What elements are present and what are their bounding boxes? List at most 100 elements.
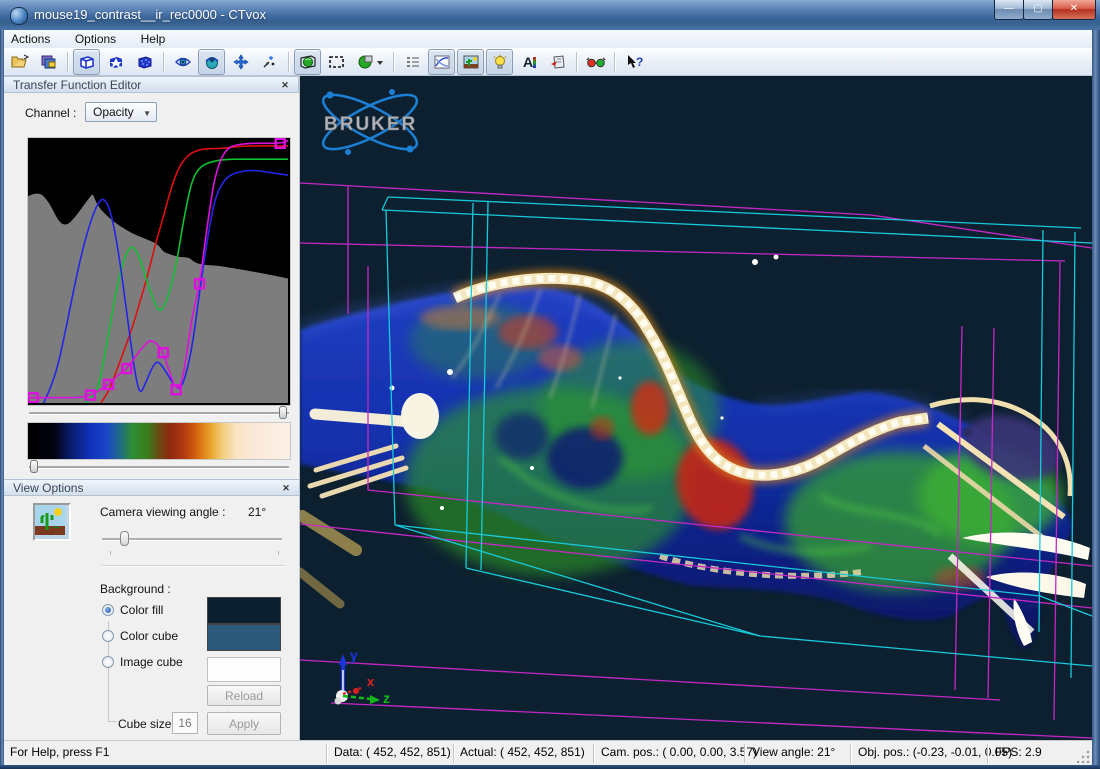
background-label: Background :	[100, 582, 171, 596]
slider-thumb[interactable]	[30, 460, 38, 473]
render-cube-full-button[interactable]	[131, 49, 158, 75]
tfe-close-icon[interactable]: ✕	[279, 79, 291, 91]
transfer-function-chart[interactable]	[27, 137, 291, 406]
menu-help[interactable]: Help	[131, 30, 176, 48]
maximize-button[interactable]: ▢	[1023, 0, 1053, 20]
close-button[interactable]: ✕	[1052, 0, 1096, 20]
dataset-list-button[interactable]	[399, 49, 426, 75]
view-options-close-icon[interactable]: ✕	[280, 482, 292, 494]
render-cube-fast-button[interactable]	[102, 49, 129, 75]
slider-track[interactable]	[29, 412, 289, 414]
pan-mode-button[interactable]	[227, 49, 254, 75]
svg-text:z: z	[383, 690, 390, 706]
toolbar-separator	[393, 52, 394, 72]
status-fps: FPS: 2.9	[995, 745, 1042, 759]
resize-grip-icon[interactable]	[1077, 750, 1090, 763]
apply-button[interactable]: Apply	[207, 712, 281, 735]
status-separator	[987, 744, 988, 763]
channel-label: Channel :	[25, 106, 76, 120]
color-cube-label: Color cube	[120, 629, 178, 643]
view-options-header[interactable]: View Options ✕	[4, 479, 300, 496]
image-cube-radio-row[interactable]: Image cube	[102, 655, 183, 669]
save-images-button[interactable]	[35, 49, 62, 75]
status-separator	[453, 744, 454, 763]
status-bar: For Help, press F1 Data: ( 452, 452, 851…	[4, 740, 1092, 766]
render-cube-outline-button[interactable]	[73, 49, 100, 75]
stereo-view-button[interactable]	[582, 49, 609, 75]
reload-image-button[interactable]: Reload image	[207, 685, 281, 706]
slider-thumb[interactable]	[120, 531, 129, 546]
bruker-logo-text: BRUKER	[324, 114, 417, 135]
minimize-button[interactable]: —	[994, 0, 1024, 20]
open-dataset-button[interactable]	[6, 49, 33, 75]
svg-text:?: ?	[636, 55, 643, 69]
color-gradient-bar[interactable]	[27, 422, 291, 460]
camera-angle-value: 21°	[248, 505, 266, 519]
menu-actions[interactable]: Actions	[1, 30, 60, 48]
tfe-panel-header[interactable]: Transfer Function Editor ✕	[4, 76, 299, 93]
window-border	[0, 30, 4, 765]
toolbar-separator	[163, 52, 164, 72]
window-border[interactable]	[1092, 30, 1100, 765]
annotations-button[interactable]: A	[515, 49, 542, 75]
color-fill-swatch[interactable]	[207, 597, 281, 624]
separator	[102, 565, 285, 566]
lighting-button[interactable]	[486, 49, 513, 75]
view-options-panel: View Options ✕ Camera viewing angle : 21…	[4, 479, 300, 740]
svg-text:x: x	[367, 674, 375, 689]
radio-icon[interactable]	[102, 656, 114, 668]
status-camera-position: Cam. pos.: ( 0.00, 0.00, 3.57)	[601, 745, 757, 759]
status-object-position: Obj. pos.: (-0.23, -0.01, 0.05)	[858, 745, 1012, 759]
title-bar[interactable]: mouse19_contrast__ir_rec0000 - CTvox — ▢…	[0, 0, 1100, 31]
examine-mode-button[interactable]	[198, 49, 225, 75]
slider-track[interactable]	[29, 466, 289, 468]
view-mode-button[interactable]	[169, 49, 196, 75]
status-separator	[593, 744, 594, 763]
toolbar-separator	[288, 52, 289, 72]
tfe-panel-title: Transfer Function Editor	[13, 78, 141, 92]
dock-panel-area: Transfer Function Editor ✕ Channel : Opa…	[4, 76, 300, 740]
render-viewport[interactable]: BRUKER y x z	[300, 76, 1092, 740]
app-icon	[10, 7, 28, 25]
color-cube-radio-row[interactable]: Color cube	[102, 629, 178, 643]
cube-size-label: Cube size	[118, 717, 171, 731]
svg-text:y: y	[350, 647, 358, 663]
radio-selected-icon[interactable]	[102, 604, 114, 616]
svg-text:A: A	[523, 54, 533, 70]
cube-size-input[interactable]: 16	[172, 712, 198, 734]
transfer-function-editor-button[interactable]	[428, 49, 455, 75]
slider-track[interactable]	[102, 538, 282, 540]
show-volume-button[interactable]	[294, 49, 321, 75]
status-data-size: Data: ( 452, 452, 851)	[334, 745, 451, 759]
status-separator	[850, 744, 851, 763]
movie-maker-button[interactable]	[544, 49, 571, 75]
slider-thumb[interactable]	[279, 406, 287, 419]
app-window: mouse19_contrast__ir_rec0000 - CTvox — ▢…	[0, 0, 1100, 769]
image-cube-path-field[interactable]	[207, 657, 281, 682]
radio-icon[interactable]	[102, 630, 114, 642]
cutaway-button[interactable]	[352, 49, 388, 75]
image-cube-label: Image cube	[120, 655, 183, 669]
view-options-button[interactable]	[457, 49, 484, 75]
menu-options[interactable]: Options	[65, 30, 126, 48]
bruker-logo: BRUKER	[317, 85, 423, 159]
range-slider-top[interactable]	[27, 406, 291, 419]
scene-thumbnail-icon	[33, 503, 71, 541]
color-fill-radio-row[interactable]: Color fill	[102, 603, 163, 617]
context-help-button[interactable]: ?	[620, 49, 647, 75]
channel-value: Opacity	[93, 105, 134, 119]
slider-tick	[278, 551, 279, 555]
range-slider-bottom[interactable]	[27, 460, 291, 473]
slider-tick	[110, 551, 111, 555]
chevron-down-icon: ▼	[143, 109, 151, 118]
center-object-button[interactable]	[256, 49, 283, 75]
window-border	[0, 765, 1100, 769]
clipping-box-button[interactable]	[323, 49, 350, 75]
tree-connector	[108, 721, 116, 722]
menu-bar: Actions Options Help	[1, 30, 1099, 49]
color-cube-swatch[interactable]	[207, 624, 281, 651]
camera-angle-slider[interactable]	[102, 531, 282, 547]
channel-dropdown[interactable]: Opacity ▼	[85, 102, 157, 122]
status-separator	[744, 744, 745, 763]
toolbar: A ?	[1, 48, 1099, 76]
